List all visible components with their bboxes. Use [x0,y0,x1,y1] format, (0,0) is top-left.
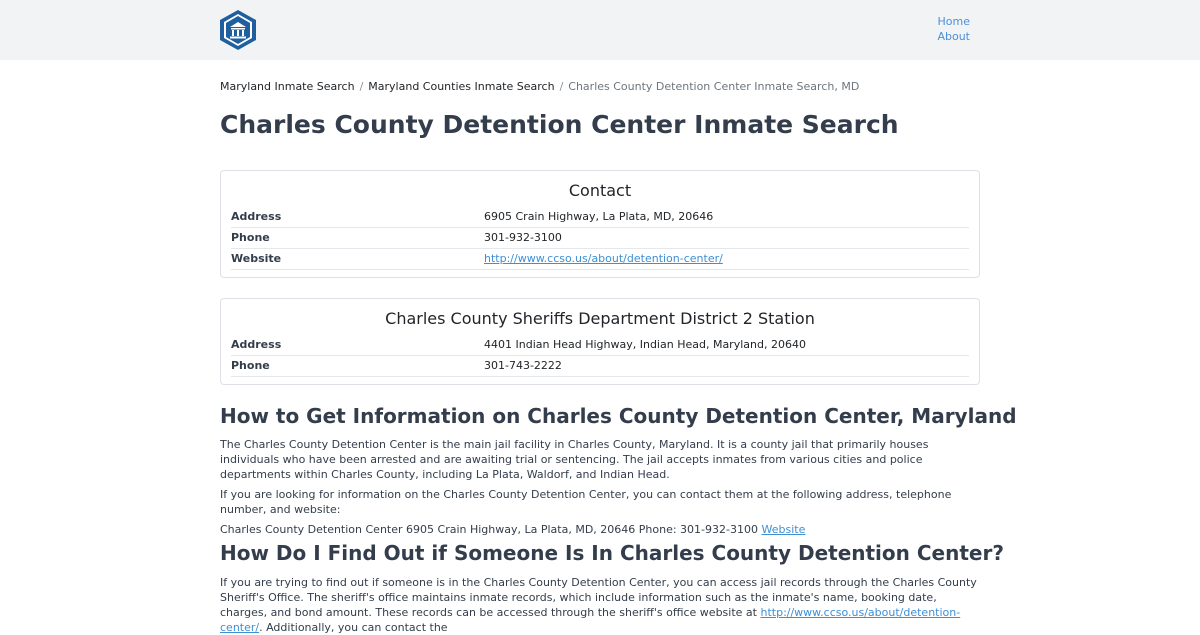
station-card: Charles County Sheriffs Department Distr… [220,298,980,385]
site-logo-link[interactable] [219,9,257,51]
section1-paragraph-2: If you are looking for information on th… [220,488,952,516]
section-heading-info: How to Get Information on Charles County… [220,404,1017,428]
section2-text-after: . Additionally, you can contact the [259,621,448,634]
station-phone-row: Phone 301-743-2222 [231,356,969,377]
contact-card-title: Contact [568,181,632,200]
page-title: Charles County Detention Center Inmate S… [220,110,899,139]
station-address-value: 4401 Indian Head Highway, Indian Head, M… [484,338,806,351]
contact-phone-label: Phone [231,231,270,244]
contact-website-label: Website [231,252,282,265]
contact-phone-value: 301-932-3100 [484,231,562,244]
breadcrumb-counties-link[interactable]: Maryland Counties Inmate Search [368,80,554,93]
courthouse-badge-icon [220,10,256,50]
contact-card: Contact Address 6905 Crain Highway, La P… [220,170,980,278]
breadcrumb-separator: / [559,80,564,93]
section1-paragraph-1: The Charles County Detention Center is t… [220,438,929,481]
breadcrumb: Maryland Inmate Search / Maryland Counties… [220,80,859,93]
top-nav: Home About [920,14,970,44]
station-card-title: Charles County Sheriffs Department Distr… [385,309,815,328]
contact-line-text: Charles County Detention Center 6905 Cra… [220,523,758,536]
station-phone-value: 301-743-2222 [484,359,562,372]
breadcrumb-current: Charles County Detention Center Inmate S… [568,80,860,93]
breadcrumb-maryland-link[interactable]: Maryland Inmate Search [220,80,355,93]
section2-paragraph: If you are trying to find out if someone… [220,575,980,635]
nav-about-link[interactable]: About [920,29,970,44]
station-address-row: Address 4401 Indian Head Highway, Indian… [231,335,969,356]
contact-address-value: 6905 Crain Highway, La Plata, MD, 20646 [484,210,714,223]
section-heading-find: How Do I Find Out if Someone Is In Charl… [220,541,1004,565]
contact-website-link[interactable]: http://www.ccso.us/about/detention-cente… [484,252,723,265]
breadcrumb-separator: / [359,80,364,93]
contact-phone-row: Phone 301-932-3100 [231,228,969,249]
contact-address-label: Address [231,210,282,223]
section1-contact-line: Charles County Detention Center 6905 Cra… [220,522,980,537]
contact-website-row: Website http://www.ccso.us/about/detenti… [231,249,969,270]
nav-home-link[interactable]: Home [920,14,970,29]
website-link[interactable]: Website [762,523,806,536]
station-phone-label: Phone [231,359,270,372]
contact-address-row: Address 6905 Crain Highway, La Plata, MD… [231,207,969,228]
site-header: Home About [0,0,1200,60]
station-address-label: Address [231,338,282,351]
